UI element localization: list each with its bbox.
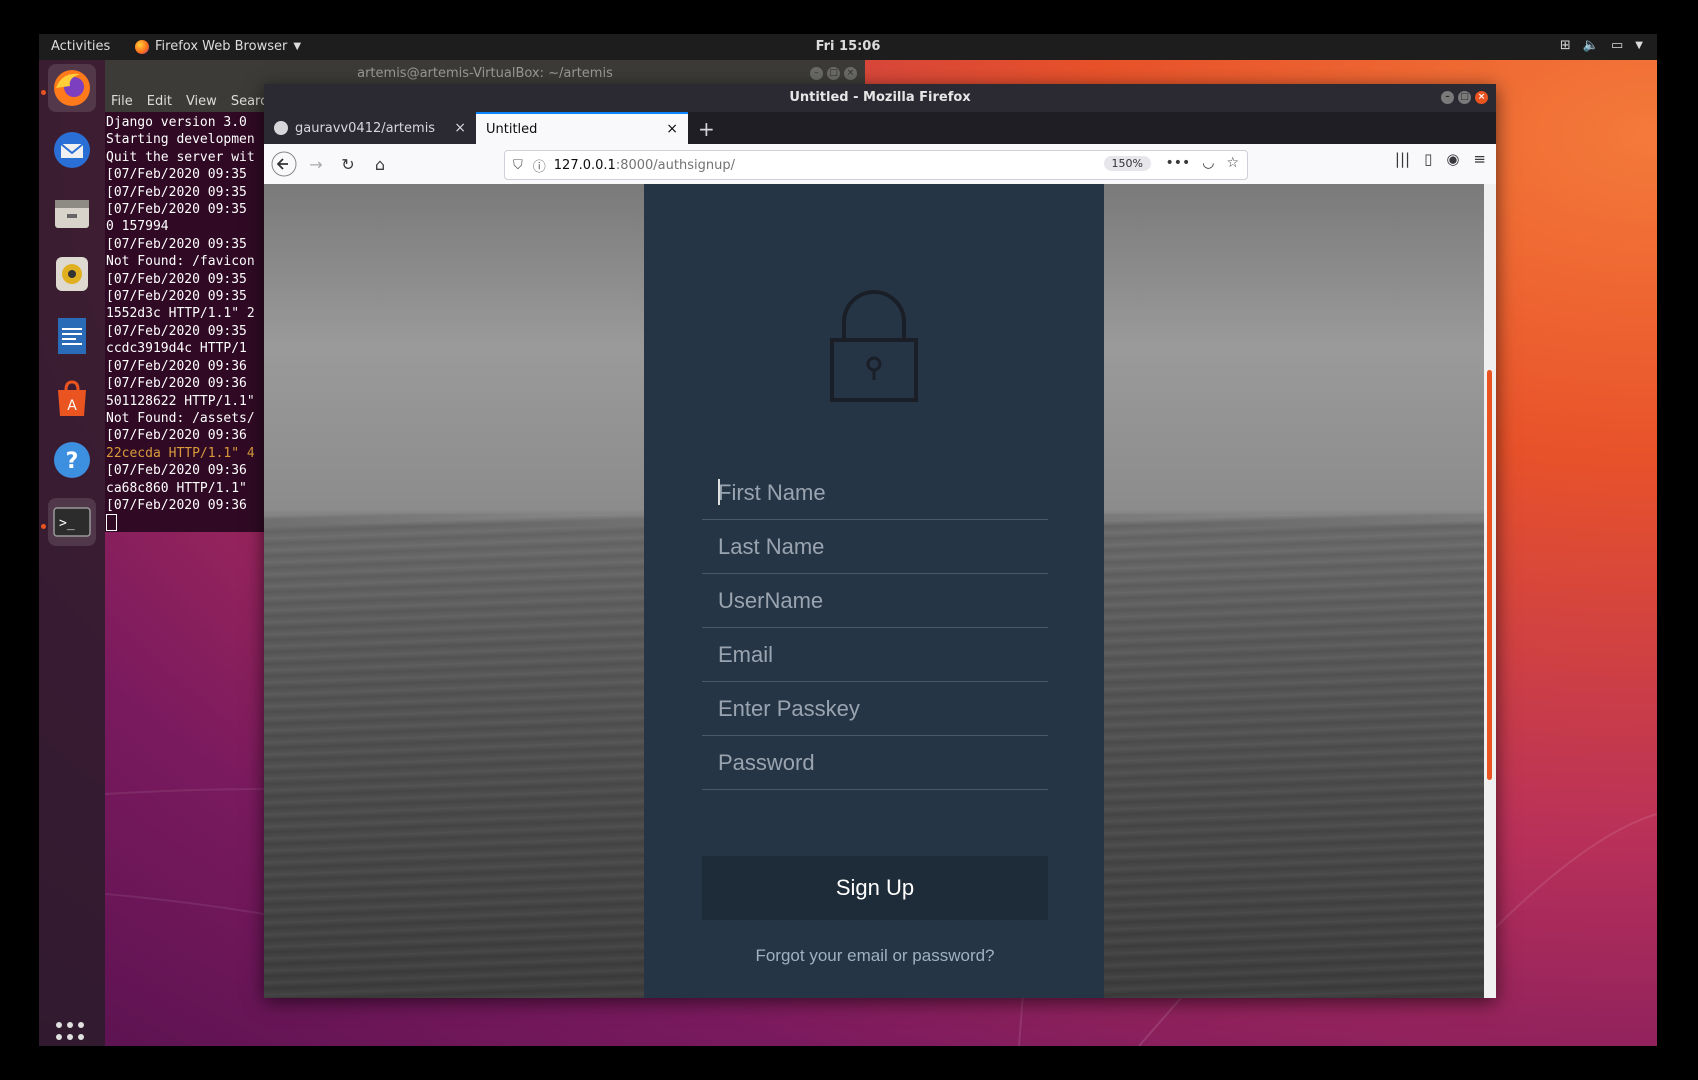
thunderbird-icon	[54, 132, 90, 168]
show-applications-icon[interactable]	[56, 1022, 88, 1046]
email-input[interactable]	[702, 628, 1048, 681]
maximize-icon[interactable]: □	[1458, 91, 1471, 104]
desktop: Activities Firefox Web Browser ▼ Fri 15:…	[39, 34, 1657, 1046]
svg-text:A: A	[67, 398, 77, 414]
running-indicator	[41, 524, 46, 529]
firefox-titlebar[interactable]: Untitled - Mozilla Firefox – □ ×	[264, 84, 1496, 112]
first-name-field[interactable]	[702, 466, 1048, 520]
username-field[interactable]	[702, 574, 1048, 628]
menu-view[interactable]: View	[186, 94, 217, 109]
first-name-input[interactable]	[702, 466, 1048, 519]
reload-icon[interactable]: ↻	[334, 150, 362, 178]
shield-icon[interactable]: ⛉	[513, 158, 523, 173]
top-bar: Activities Firefox Web Browser ▼ Fri 15:…	[39, 34, 1657, 60]
tab-bar: gauravv0412/artemis × Untitled × +	[264, 112, 1496, 144]
new-tab-icon[interactable]: +	[698, 114, 715, 144]
scrollbar[interactable]	[1484, 184, 1496, 998]
passkey-input[interactable]	[702, 682, 1048, 735]
system-tray[interactable]: ⊞ 🔈 ▭ ▼	[1560, 38, 1643, 53]
dock-terminal[interactable]: >_	[48, 498, 96, 546]
terminal-icon: >_	[53, 507, 91, 537]
info-icon[interactable]: ⓘ	[533, 156, 546, 175]
clock[interactable]: Fri 15:06	[39, 39, 1657, 54]
navigation-bar: → ↻ ⌂ ⛉ ⓘ 127.0.0.1:8000/authsignup/ 150…	[264, 144, 1496, 185]
battery-icon: ▭	[1611, 38, 1624, 53]
account-icon[interactable]: ◉	[1446, 150, 1459, 168]
sign-up-button[interactable]: Sign Up	[702, 856, 1048, 920]
network-icon: ⊞	[1559, 38, 1571, 53]
menu-edit[interactable]: Edit	[147, 94, 172, 109]
dock-files[interactable]	[48, 188, 96, 236]
github-icon	[274, 121, 288, 135]
username-input[interactable]	[702, 574, 1048, 627]
passkey-field[interactable]	[702, 682, 1048, 736]
text-caret	[718, 479, 720, 505]
home-icon[interactable]: ⌂	[366, 150, 394, 178]
tab-label: Untitled	[486, 121, 538, 137]
bookmark-star-icon[interactable]: ☆	[1226, 155, 1239, 171]
dock-help[interactable]: ?	[48, 436, 96, 484]
software-icon: A	[58, 380, 86, 416]
url-path: :8000/authsignup/	[615, 157, 735, 173]
dock-thunderbird[interactable]	[48, 126, 96, 174]
dock-firefox[interactable]	[48, 64, 96, 112]
library-icon[interactable]: |||	[1395, 150, 1410, 168]
toolbar-right: ||| ▯ ◉ ≡	[1395, 150, 1486, 168]
dock-rhythmbox[interactable]	[48, 250, 96, 298]
maximize-icon[interactable]: □	[827, 67, 840, 80]
volume-icon: 🔈	[1582, 38, 1599, 53]
libreoffice-writer-icon	[58, 318, 86, 354]
minimize-icon[interactable]: –	[1441, 91, 1454, 104]
signup-panel: Sign Up Forgot your email or password?	[644, 184, 1104, 998]
dock: A ? >_	[39, 60, 105, 1046]
password-field[interactable]	[702, 736, 1048, 790]
password-input[interactable]	[702, 736, 1048, 789]
scrollbar-thumb[interactable]	[1487, 370, 1492, 780]
menu-file[interactable]: File	[111, 94, 133, 109]
more-icon[interactable]: •••	[1165, 155, 1190, 171]
tab-untitled[interactable]: Untitled ×	[476, 112, 688, 144]
last-name-field[interactable]	[702, 520, 1048, 574]
tab-github[interactable]: gauravv0412/artemis ×	[264, 112, 476, 144]
running-indicator	[41, 90, 46, 95]
tab-label: gauravv0412/artemis	[295, 120, 436, 136]
url-host: 127.0.0.1	[553, 157, 616, 173]
page-viewport[interactable]: Sign Up Forgot your email or password?	[264, 184, 1496, 998]
firefox-window[interactable]: Untitled - Mozilla Firefox – □ × gauravv…	[264, 84, 1496, 998]
window-title: Untitled - Mozilla Firefox	[789, 90, 971, 105]
lock-icon	[830, 290, 918, 402]
close-icon[interactable]: ×	[1475, 91, 1488, 104]
last-name-input[interactable]	[702, 520, 1048, 573]
svg-text:>_: >_	[59, 516, 75, 531]
url-bar[interactable]: ⛉ ⓘ 127.0.0.1:8000/authsignup/ 150% ••• …	[504, 150, 1248, 180]
close-icon[interactable]: ×	[666, 121, 678, 137]
url-text[interactable]: 127.0.0.1:8000/authsignup/	[554, 158, 735, 173]
url-actions: ••• ◡ ☆	[1165, 155, 1239, 171]
back-icon[interactable]	[270, 150, 298, 178]
close-icon[interactable]: ×	[454, 120, 466, 136]
dock-writer[interactable]	[48, 312, 96, 360]
email-field[interactable]	[702, 628, 1048, 682]
zoom-level[interactable]: 150%	[1103, 156, 1151, 171]
dock-software[interactable]: A	[48, 374, 96, 422]
close-icon[interactable]: ×	[844, 67, 857, 80]
forgot-link[interactable]: Forgot your email or password?	[702, 946, 1048, 966]
pocket-icon[interactable]: ◡	[1202, 155, 1214, 171]
sidebar-icon[interactable]: ▯	[1424, 150, 1432, 168]
files-icon	[55, 200, 89, 228]
minimize-icon[interactable]: –	[810, 67, 823, 80]
help-icon: ?	[54, 442, 90, 478]
forward-icon[interactable]: →	[302, 150, 330, 178]
chevron-down-icon: ▼	[1635, 40, 1643, 51]
hamburger-menu-icon[interactable]: ≡	[1473, 150, 1486, 168]
terminal-title: artemis@artemis-VirtualBox: ~/artemis	[357, 66, 613, 81]
svg-text:?: ?	[66, 449, 79, 474]
rhythmbox-icon	[56, 257, 88, 291]
firefox-icon	[54, 70, 90, 106]
